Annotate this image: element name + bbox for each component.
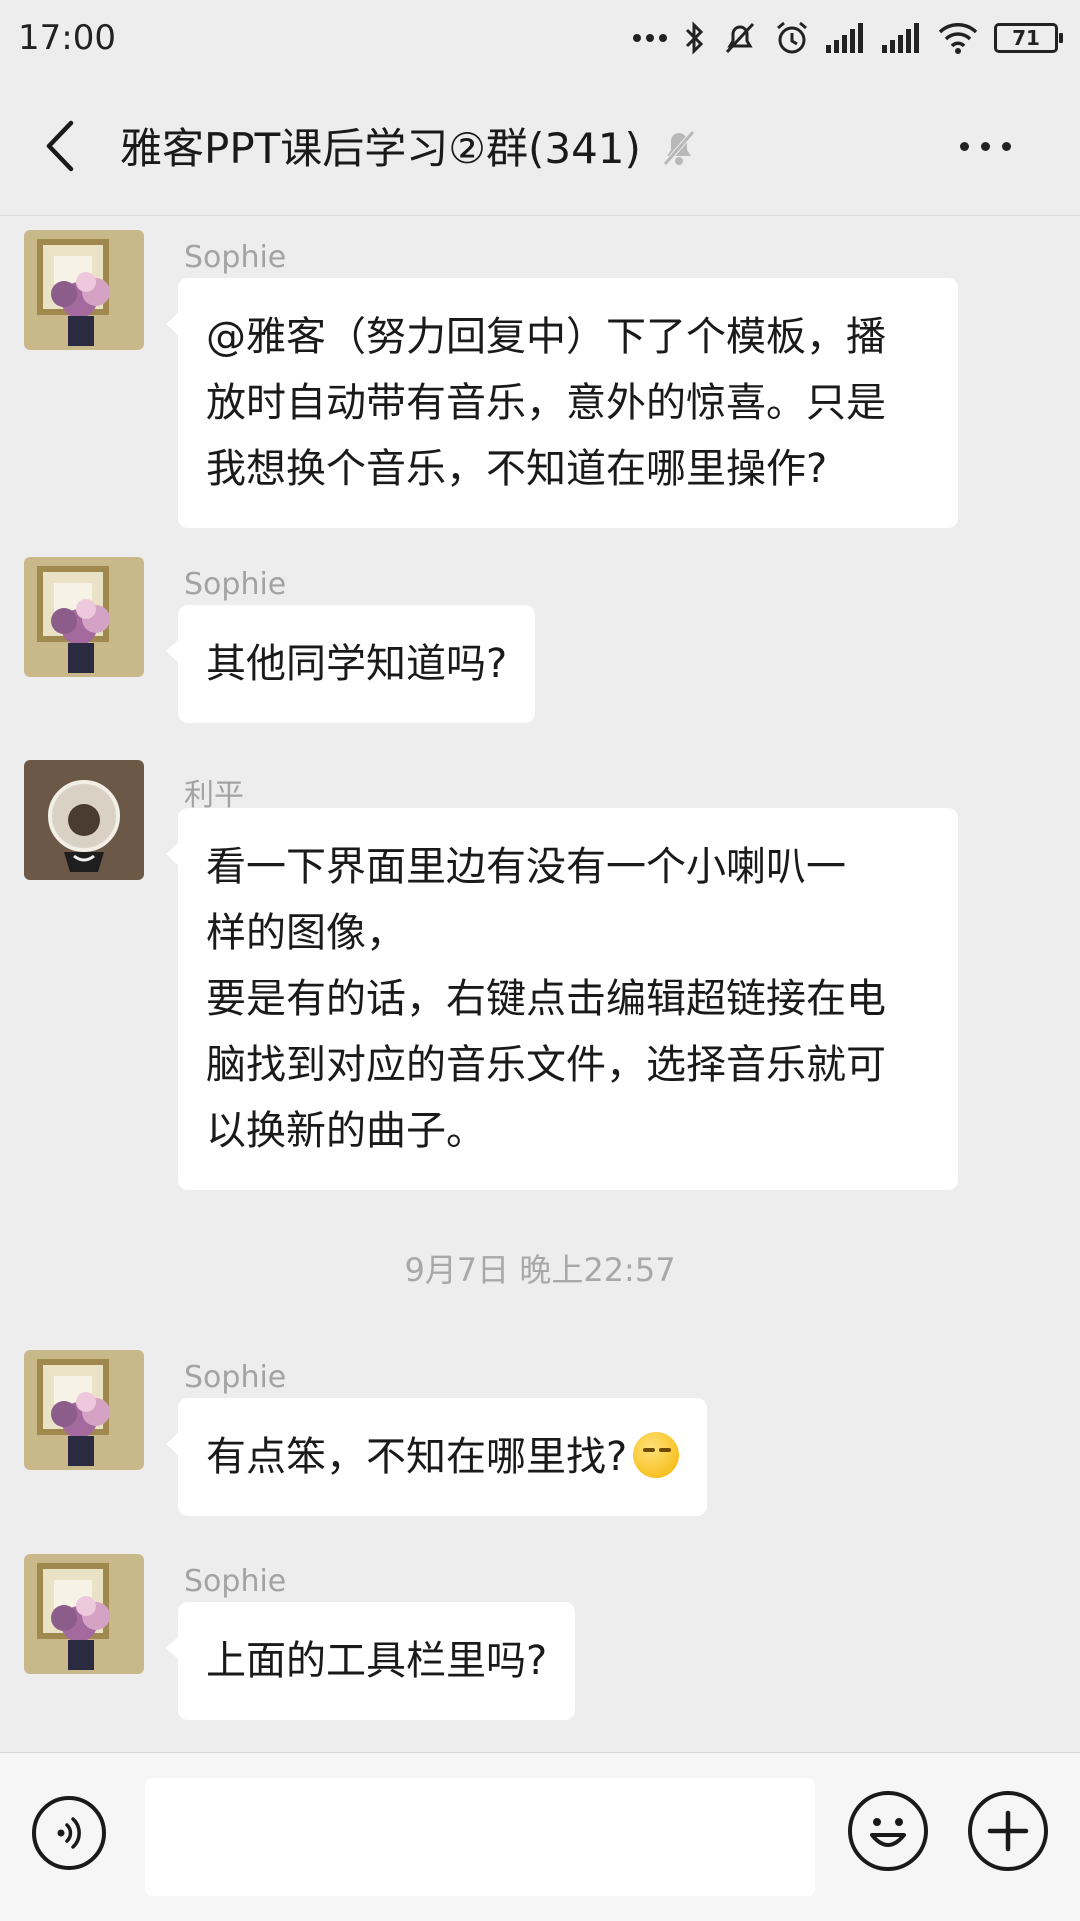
message-line: 要是有的话，右键点击编辑超链接在电 — [206, 976, 886, 1022]
more-button[interactable] — [940, 126, 1030, 166]
chevron-left-icon — [46, 120, 74, 171]
status-time: 17:00 — [18, 18, 116, 58]
more-dot — [1001, 141, 1011, 151]
plus-button[interactable] — [968, 1791, 1048, 1871]
signal-icon — [882, 23, 919, 53]
input-bar — [0, 1752, 1080, 1921]
status-bar: 17:00 71 — [0, 0, 1080, 76]
alarm-icon — [777, 21, 807, 54]
message-line: 上面的工具栏里吗? — [206, 1638, 548, 1684]
message-bubble[interactable]: 其他同学知道吗? — [165, 605, 536, 723]
voice-icon — [57, 1817, 81, 1849]
message-bubble[interactable]: 看一下界面里边有没有一个小喇叭一 样的图像， 要是有的话，右键点击编辑超链接在电… — [166, 808, 958, 1190]
sender-name: Sophie — [184, 240, 287, 275]
more-dot — [980, 141, 990, 151]
avatar[interactable] — [24, 230, 144, 350]
battery-level: 71 — [1012, 26, 1040, 50]
chat-title: 雅客PPT课后学习②群(341) — [120, 124, 641, 173]
message-bubble[interactable]: 有点笨，不知在哪里找? — [165, 1398, 708, 1516]
status-icons: 71 — [632, 20, 1063, 56]
emoji-icon — [870, 1818, 906, 1847]
message-line: 放时自动带有音乐，意外的惊喜。只是 — [206, 380, 886, 426]
message-text: 有点笨，不知在哪里找? — [206, 1434, 628, 1480]
wifi-icon — [938, 23, 978, 54]
signal-icon — [826, 23, 863, 53]
silent-bell-icon — [725, 22, 755, 54]
message-line: 脑找到对应的音乐文件，选择音乐就可 — [206, 1042, 886, 1088]
smirk-emoji-icon — [633, 1432, 680, 1478]
chat-timestamp: 9月7日 晚上22:57 — [404, 1251, 676, 1289]
message-input[interactable] — [145, 1778, 815, 1896]
sender-name: Sophie — [184, 1564, 287, 1599]
message-bubble[interactable]: 上面的工具栏里吗? — [165, 1602, 576, 1720]
message-bubble[interactable]: @雅客（努力回复中）下了个模板，播 放时自动带有音乐，意外的惊喜。只是 我想换个… — [166, 278, 958, 528]
avatar[interactable] — [24, 1554, 144, 1674]
sender-name: Sophie — [184, 567, 287, 602]
bluetooth-icon — [685, 21, 704, 55]
avatar[interactable] — [24, 1350, 144, 1470]
message-line: 以换新的曲子。 — [206, 1108, 486, 1154]
sender-name: Sophie — [184, 1360, 287, 1395]
voice-button[interactable] — [32, 1796, 106, 1870]
message-line: 我想换个音乐，不知道在哪里操作? — [206, 446, 828, 492]
message-line: 其他同学知道吗? — [206, 641, 508, 687]
avatar[interactable] — [24, 760, 144, 880]
plus-icon — [987, 1810, 1029, 1852]
more-dots-icon — [633, 34, 667, 42]
chat-header: 雅客PPT课后学习②群(341) — [0, 76, 1080, 216]
back-button[interactable] — [0, 76, 120, 216]
avatar[interactable] — [24, 557, 144, 677]
battery-icon: 71 — [994, 23, 1063, 53]
message-line: 看一下界面里边有没有一个小喇叭一 — [206, 844, 846, 890]
bell-muted-icon — [659, 124, 699, 168]
emoji-button[interactable] — [848, 1791, 928, 1871]
message-line: 有点笨，不知在哪里找? — [206, 1424, 680, 1490]
message-line: @雅客（努力回复中）下了个模板，播 — [206, 314, 886, 360]
message-line: 样的图像， — [206, 910, 406, 956]
more-dot — [959, 141, 969, 151]
